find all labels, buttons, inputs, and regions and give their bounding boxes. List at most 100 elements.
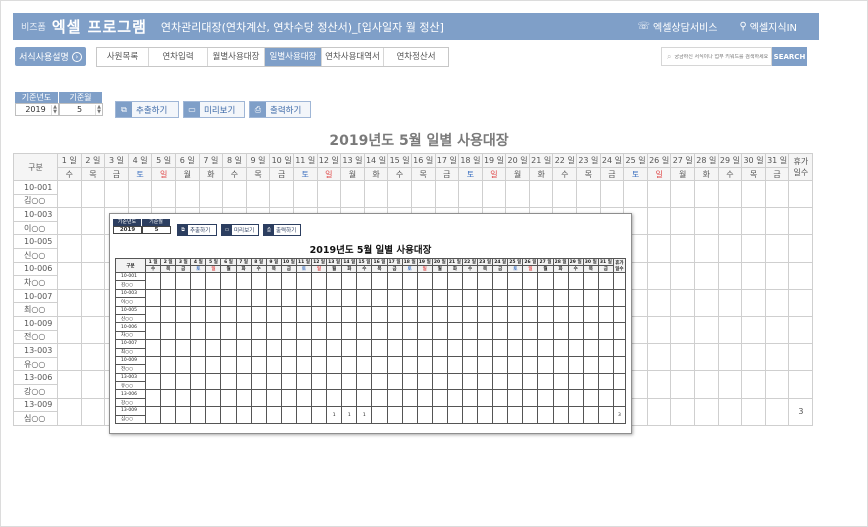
employee-id[interactable]: 10-009	[13, 315, 58, 331]
day-cell[interactable]	[670, 179, 696, 209]
day-cell[interactable]	[741, 315, 766, 345]
day-cell[interactable]	[717, 234, 743, 263]
day-cell[interactable]	[741, 261, 766, 290]
day-cell[interactable]	[764, 179, 790, 209]
day-cell[interactable]	[576, 179, 601, 209]
extract-button[interactable]: ⧉ 추출하기	[115, 101, 179, 118]
day-cell[interactable]	[717, 370, 743, 399]
day-cell[interactable]	[717, 288, 743, 317]
day-cell[interactable]	[292, 179, 318, 209]
day-cell[interactable]	[646, 207, 672, 236]
tab-3[interactable]: 월별사용대장	[208, 48, 265, 66]
day-cell[interactable]	[57, 261, 82, 290]
employee-id[interactable]: 10-006	[13, 261, 58, 277]
day-cell[interactable]	[269, 179, 294, 209]
day-cell[interactable]	[57, 179, 82, 209]
day-cell[interactable]	[80, 343, 106, 372]
day-cell[interactable]	[717, 315, 743, 345]
tab-6[interactable]: 연차정산서	[384, 48, 448, 66]
day-cell[interactable]	[198, 179, 224, 209]
day-cell[interactable]	[80, 397, 106, 426]
day-cell[interactable]	[57, 234, 82, 263]
day-cell[interactable]	[57, 315, 82, 345]
day-cell[interactable]	[670, 234, 696, 263]
day-cell[interactable]	[363, 179, 389, 209]
day-cell[interactable]	[764, 370, 790, 399]
day-cell[interactable]	[694, 343, 719, 372]
day-cell[interactable]	[670, 397, 696, 426]
total-days-cell[interactable]	[788, 315, 814, 345]
day-cell[interactable]	[80, 315, 106, 345]
day-cell[interactable]	[80, 234, 106, 263]
day-cell[interactable]	[764, 207, 790, 236]
tab-1[interactable]: 사원목록	[97, 48, 149, 66]
day-cell[interactable]	[57, 397, 82, 426]
employee-name[interactable]: 김○○	[13, 193, 58, 209]
day-cell[interactable]	[646, 315, 672, 345]
search-button[interactable]: SEARCH	[772, 47, 807, 66]
day-cell[interactable]	[717, 397, 743, 426]
preview-button[interactable]: ▭ 미리보기	[183, 101, 245, 118]
day-cell[interactable]	[151, 179, 176, 209]
year-spinner[interactable]: 2019 ▲ ▼	[15, 103, 59, 116]
day-cell[interactable]	[694, 397, 719, 426]
employee-id[interactable]: 10-003	[13, 207, 58, 222]
day-cell[interactable]	[741, 234, 766, 263]
total-days-cell[interactable]	[788, 370, 814, 399]
day-cell[interactable]	[599, 179, 625, 209]
search-input[interactable]	[674, 53, 771, 60]
day-cell[interactable]	[434, 179, 460, 209]
day-cell[interactable]	[741, 288, 766, 317]
day-cell[interactable]	[646, 397, 672, 426]
day-cell[interactable]	[646, 179, 672, 209]
print-button[interactable]: ⎙ 출력하기	[249, 101, 311, 118]
day-cell[interactable]	[764, 343, 790, 372]
day-cell[interactable]	[57, 343, 82, 372]
day-cell[interactable]	[57, 370, 82, 399]
employee-name[interactable]: 최○○	[13, 302, 58, 317]
day-cell[interactable]	[694, 261, 719, 290]
day-cell[interactable]	[741, 207, 766, 236]
tab-2[interactable]: 연차입력	[149, 48, 208, 66]
day-cell[interactable]	[481, 179, 507, 209]
employee-name[interactable]: 전○○	[13, 329, 58, 345]
usage-guide-button[interactable]: 서식사용설명 ›	[15, 47, 86, 66]
day-cell[interactable]	[528, 179, 554, 209]
day-cell[interactable]	[764, 288, 790, 317]
day-cell[interactable]	[764, 315, 790, 345]
day-cell[interactable]	[717, 179, 743, 209]
day-cell[interactable]	[670, 370, 696, 399]
employee-name[interactable]: 신○○	[13, 247, 58, 263]
day-cell[interactable]	[646, 261, 672, 290]
day-cell[interactable]	[80, 370, 106, 399]
total-days-cell[interactable]: 3	[788, 397, 814, 426]
employee-id[interactable]: 10-001	[13, 180, 58, 195]
day-cell[interactable]	[694, 370, 719, 399]
employee-name[interactable]: 강○○	[13, 383, 58, 399]
employee-name[interactable]: 차○○	[13, 275, 58, 290]
day-cell[interactable]	[670, 261, 696, 290]
employee-id[interactable]: 13-003	[13, 343, 58, 358]
day-cell[interactable]	[410, 179, 436, 209]
day-cell[interactable]	[458, 179, 483, 209]
day-cell[interactable]	[764, 234, 790, 263]
day-cell[interactable]	[80, 179, 106, 209]
employee-id[interactable]: 10-005	[13, 234, 58, 249]
employee-id[interactable]: 13-009	[13, 397, 58, 413]
day-cell[interactable]	[670, 207, 696, 236]
day-cell[interactable]	[387, 179, 412, 209]
day-cell[interactable]	[505, 179, 530, 209]
day-cell[interactable]	[57, 288, 82, 317]
day-cell[interactable]	[764, 397, 790, 426]
day-cell[interactable]	[646, 343, 672, 372]
knowledge-in-link[interactable]: ⚲ 엑셀지식IN	[739, 19, 797, 34]
day-cell[interactable]	[127, 179, 153, 209]
day-cell[interactable]	[717, 207, 743, 236]
day-cell[interactable]	[764, 261, 790, 290]
day-cell[interactable]	[316, 179, 342, 209]
day-cell[interactable]	[340, 179, 365, 209]
day-cell[interactable]	[694, 179, 719, 209]
spinner-arrows-icon[interactable]: ▲ ▼	[95, 104, 102, 115]
total-days-cell[interactable]	[788, 288, 814, 317]
day-cell[interactable]	[670, 343, 696, 372]
